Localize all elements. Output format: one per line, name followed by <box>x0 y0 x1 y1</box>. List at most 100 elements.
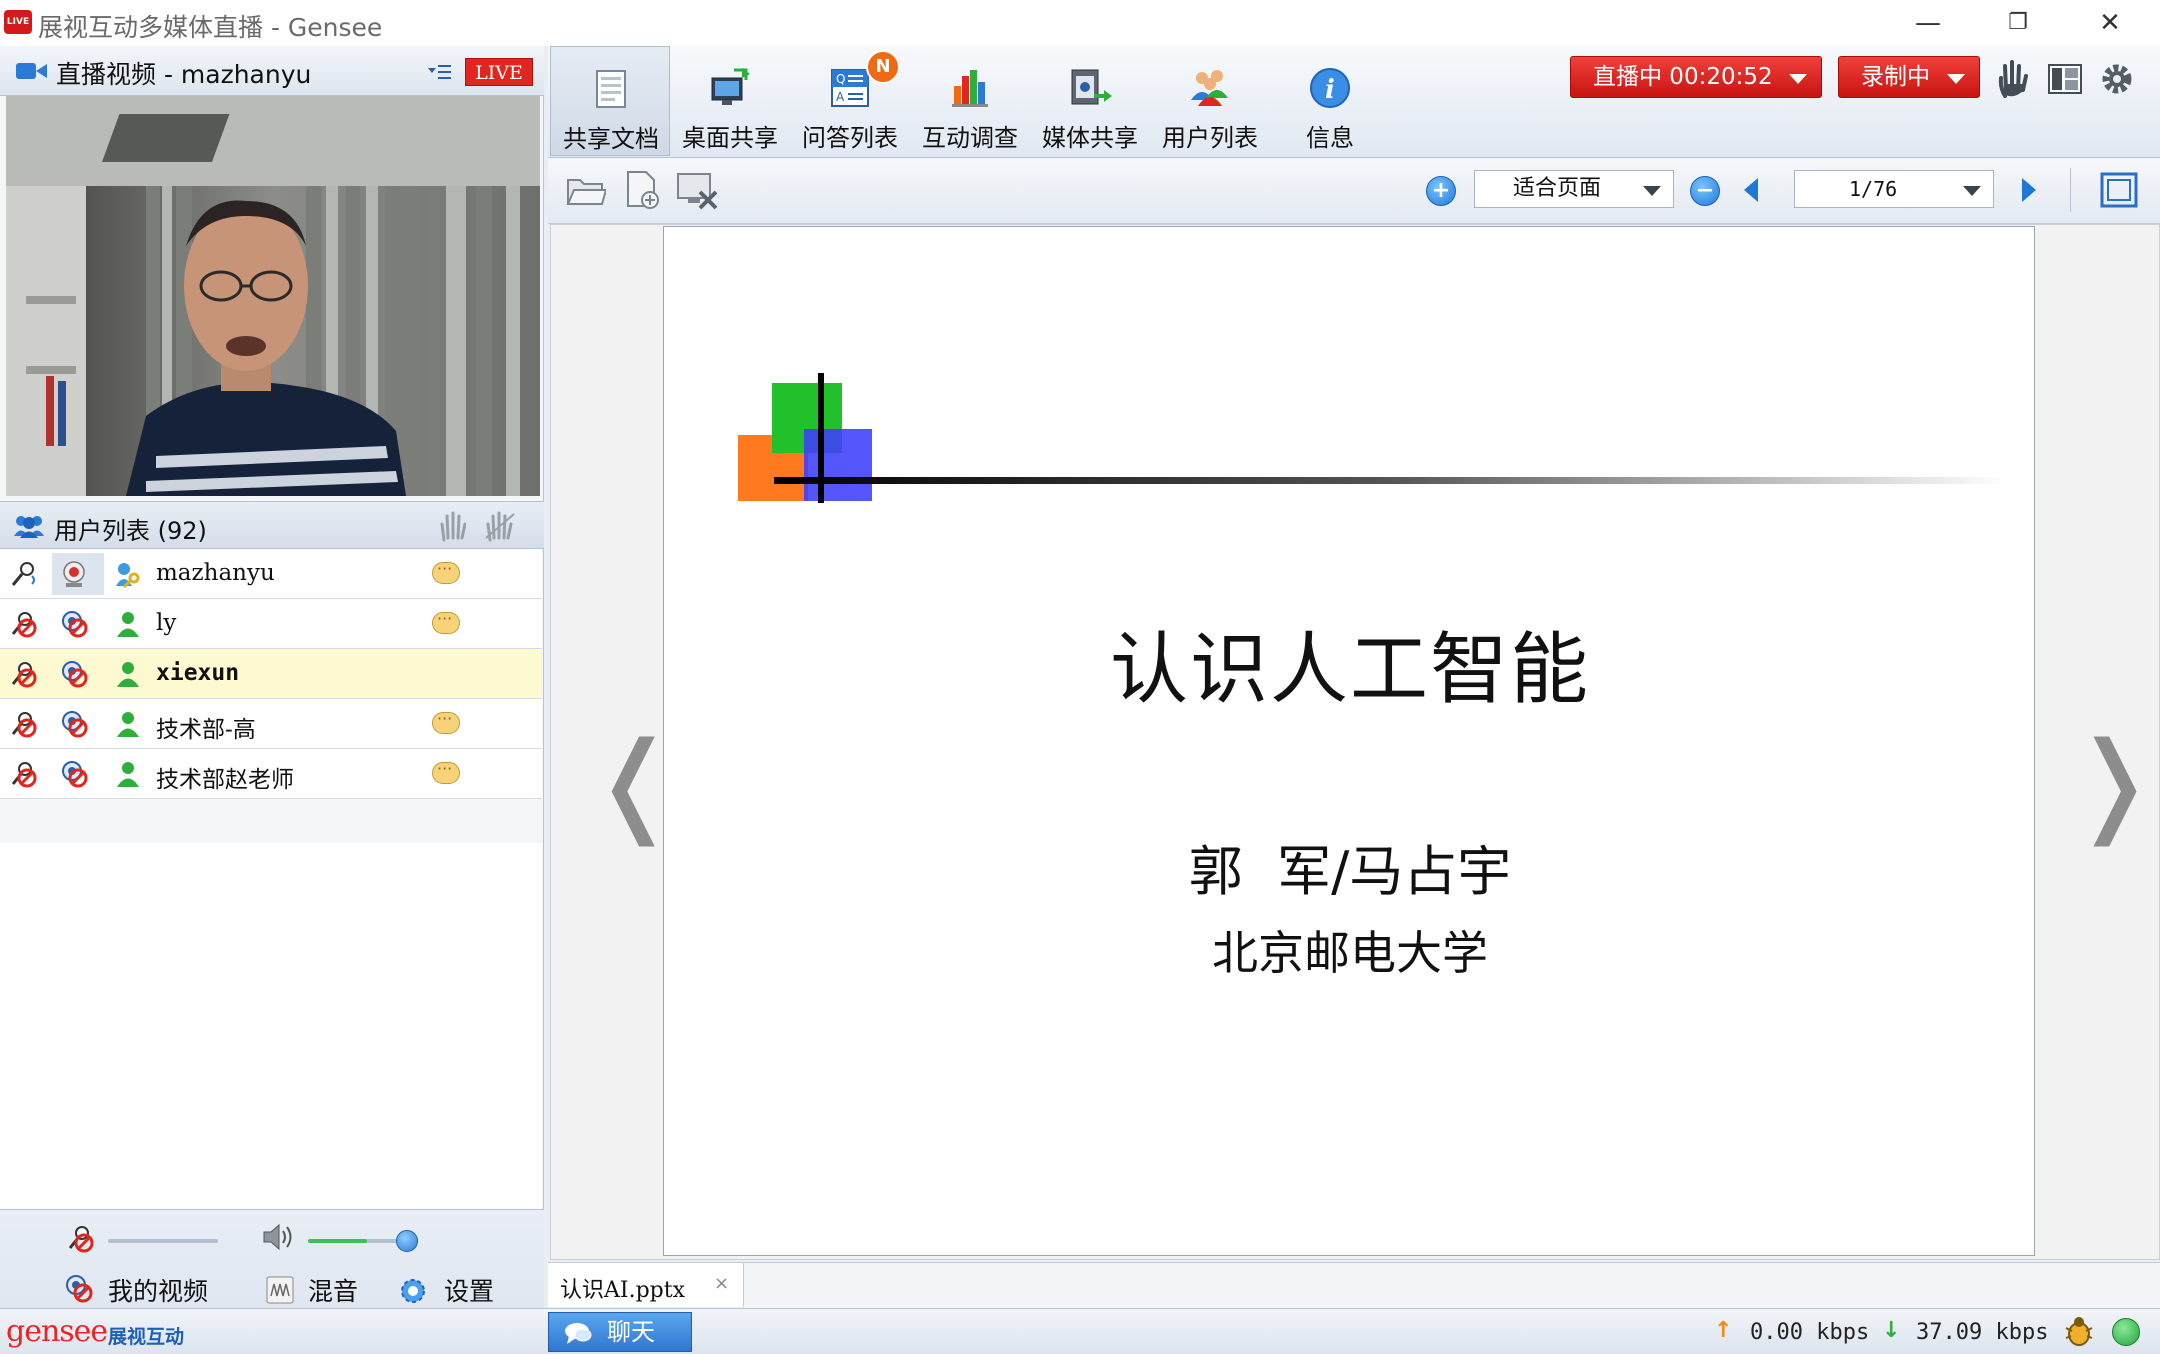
user-row[interactable]: mazhanyu <box>0 549 542 599</box>
bug-report-icon[interactable] <box>2062 1314 2096 1348</box>
minimize-button[interactable]: — <box>1908 6 1948 40</box>
live-video-feed[interactable] <box>6 96 540 496</box>
restore-button[interactable]: ❐ <box>1998 6 2038 40</box>
zoom-mode-select[interactable]: 适合页面 <box>1474 170 1674 208</box>
download-speed: 37.09 kbps <box>1916 1320 2049 1345</box>
camera-active-icon[interactable] <box>60 560 88 588</box>
document-toolbar: + 适合页面 − 1/76 <box>548 158 2160 224</box>
user-row-selected[interactable]: xiexun <box>0 649 542 699</box>
close-tab-icon[interactable]: × <box>714 1273 729 1294</box>
attendee-icon <box>117 712 139 737</box>
presentation-slide: 认识人工智能 郭 军/马占宇 北京邮电大学 <box>663 226 2035 1256</box>
chat-label: 聊天 <box>607 1318 655 1346</box>
tool-interactive-survey[interactable]: 互动调查 <box>910 46 1030 156</box>
desktop-share-icon <box>711 68 750 105</box>
attendee-icon <box>117 612 139 637</box>
next-slide-arrow-icon[interactable]: ❭ <box>2068 718 2160 846</box>
document-tab[interactable]: 认识AI.pptx × <box>548 1263 744 1307</box>
microphone-disabled-icon[interactable] <box>66 1224 96 1254</box>
microphone-volume-slider[interactable] <box>108 1239 218 1243</box>
microphone-disabled-icon[interactable] <box>10 660 38 688</box>
settings-gear-icon <box>401 1279 425 1303</box>
tool-label: 互动调查 <box>922 124 1018 152</box>
microphone-active-icon[interactable] <box>10 560 38 588</box>
tool-media-share[interactable]: 媒体共享 <box>1030 46 1150 156</box>
brand-logo: gensee <box>6 1314 108 1349</box>
camera-disabled-icon[interactable] <box>60 710 88 738</box>
upload-arrow-icon: ↑ <box>1714 1318 1733 1343</box>
tool-label: 桌面共享 <box>682 124 778 152</box>
next-page-icon[interactable] <box>2022 178 2036 202</box>
svg-text:Q: Q <box>836 72 845 86</box>
qa-new-badge: N <box>866 50 900 84</box>
camera-disabled-icon[interactable] <box>60 760 88 788</box>
close-button[interactable]: ✕ <box>2090 6 2130 40</box>
chat-button[interactable]: 聊天 <box>548 1312 692 1352</box>
title-bar: LIVE 展视互动多媒体直播 - Gensee — ❐ ✕ <box>0 0 2160 46</box>
chevron-down-icon <box>1947 74 1965 84</box>
zoom-mode-value: 适合页面 <box>1513 176 1602 201</box>
chat-icon <box>565 1323 592 1344</box>
user-row[interactable]: 技术部-高 <box>0 699 542 749</box>
chat-bubble-icon[interactable] <box>432 709 460 734</box>
survey-chart-icon <box>952 70 988 107</box>
users-group-icon <box>14 516 44 538</box>
gear-icon[interactable] <box>2100 62 2134 96</box>
camera-disabled-icon[interactable] <box>60 610 88 638</box>
presenter-video-image <box>6 96 540 496</box>
camera-disabled-icon[interactable] <box>60 660 88 688</box>
zoom-out-button[interactable]: − <box>1690 176 1720 206</box>
user-name: mazhanyu <box>156 560 275 586</box>
tool-user-list[interactable]: 用户列表 <box>1150 46 1270 156</box>
tool-desktop-share[interactable]: 桌面共享 <box>670 46 790 156</box>
tool-shared-document[interactable]: 共享文档 <box>550 46 670 156</box>
speaker-volume-knob[interactable] <box>396 1230 419 1252</box>
new-document-icon[interactable] <box>622 170 662 210</box>
document-icon <box>596 70 626 108</box>
user-name: xiexun <box>156 660 240 686</box>
brand-subtitle: 展视互动 <box>108 1326 185 1348</box>
raise-hand-icon[interactable] <box>1996 60 2030 98</box>
user-row[interactable]: ly <box>0 599 542 649</box>
tool-info[interactable]: i 信息 <box>1270 46 1390 156</box>
presenter-key-icon <box>116 563 140 588</box>
zoom-in-button[interactable]: + <box>1426 176 1456 206</box>
toolbar-divider <box>2070 168 2071 212</box>
left-panel: 直播视频 - mazhanyu LIVE 用户列表 (92) mazhanyu … <box>0 46 544 1353</box>
close-document-icon[interactable] <box>676 170 720 210</box>
tool-label: 媒体共享 <box>1042 124 1138 152</box>
chat-bubble-icon[interactable] <box>432 559 460 584</box>
chat-bubble-icon[interactable] <box>432 609 460 634</box>
record-status-button[interactable]: 录制中 <box>1838 56 1980 98</box>
tool-label: 问答列表 <box>802 124 898 152</box>
speaker-icon[interactable] <box>262 1222 296 1252</box>
microphone-disabled-icon[interactable] <box>10 710 38 738</box>
audio-mixer-icon <box>266 1276 294 1304</box>
record-status-text: 录制中 <box>1861 64 1930 90</box>
my-video-label: 我的视频 <box>108 1277 209 1306</box>
live-status-button[interactable]: 直播中 00:20:52 <box>1570 56 1822 98</box>
user-list-title: 用户列表 (92) <box>54 517 207 545</box>
microphone-disabled-icon[interactable] <box>10 760 38 788</box>
microphone-disabled-icon[interactable] <box>10 610 38 638</box>
app-logo-icon: LIVE <box>4 10 32 34</box>
user-row[interactable]: 技术部赵老师 <box>0 749 542 799</box>
window-title: 展视互动多媒体直播 - Gensee <box>38 13 383 42</box>
slide-organization: 北京邮电大学 <box>1212 926 1488 980</box>
chevron-down-icon <box>1789 74 1807 84</box>
mix-label: 混音 <box>308 1277 359 1306</box>
open-folder-icon[interactable] <box>566 172 606 208</box>
lower-all-hands-icon[interactable] <box>484 510 516 542</box>
page-select[interactable]: 1/76 <box>1794 170 1994 208</box>
chat-bubble-icon[interactable] <box>432 759 460 784</box>
raise-hand-icon[interactable] <box>438 510 466 542</box>
connection-status-icon <box>2112 1318 2140 1346</box>
qa-list-icon: Q A <box>831 69 869 107</box>
previous-page-icon[interactable] <box>1744 178 1758 202</box>
attendee-icon <box>117 762 139 787</box>
video-menu-icon[interactable] <box>428 62 452 82</box>
layout-icon[interactable] <box>2048 64 2082 94</box>
fullscreen-icon[interactable] <box>2100 172 2138 208</box>
camera-disabled-icon <box>66 1275 93 1303</box>
document-tab-label: 认识AI.pptx <box>560 1278 685 1303</box>
